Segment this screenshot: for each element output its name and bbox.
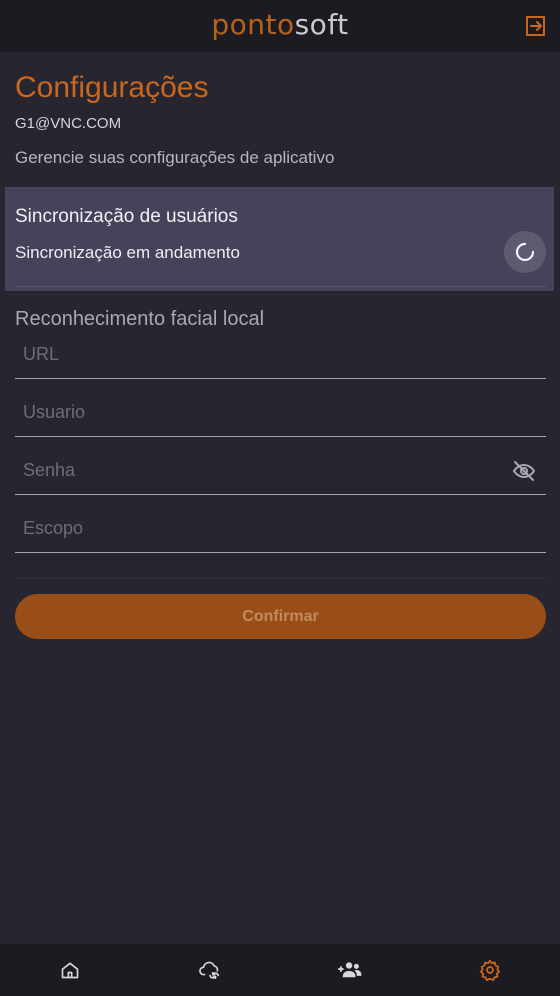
user-input[interactable] <box>23 399 493 425</box>
logo-text-soft: soft <box>294 8 349 41</box>
form-divider <box>15 578 546 579</box>
nav-users[interactable] <box>280 944 420 996</box>
app-logo: pontosoft <box>0 9 560 41</box>
gear-icon <box>479 959 501 981</box>
cloud-sync-icon <box>199 961 220 980</box>
users-add-icon <box>338 962 362 978</box>
nav-sync[interactable] <box>140 944 280 996</box>
app-root: pontosoft Configurações G1@VNC.COM Geren… <box>0 0 560 996</box>
user-field <box>15 391 546 437</box>
url-input[interactable] <box>23 341 493 367</box>
home-icon <box>61 962 79 979</box>
password-input[interactable] <box>23 457 493 483</box>
nav-settings[interactable] <box>420 944 560 996</box>
user-email: G1@VNC.COM <box>15 115 122 132</box>
scope-field <box>15 507 546 553</box>
loading-spinner-icon <box>515 242 535 262</box>
password-field <box>15 449 546 495</box>
logout-icon <box>526 16 545 36</box>
sync-title: Sincronização de usuários <box>15 206 238 227</box>
page-subtitle: Gerencie suas configurações de aplicativ… <box>15 148 335 167</box>
page-title: Configurações <box>15 71 209 104</box>
sync-status: Sincronização em andamento <box>15 243 240 262</box>
top-bar: pontosoft <box>0 0 560 52</box>
scope-input[interactable] <box>23 515 493 541</box>
logo-text-ponto: ponto <box>211 8 295 41</box>
logout-button[interactable] <box>524 14 548 38</box>
confirm-button[interactable]: Confirmar <box>15 594 546 639</box>
toggle-password-visibility[interactable] <box>512 459 536 483</box>
url-field <box>15 333 546 379</box>
sync-spinner <box>504 231 546 273</box>
sync-divider <box>15 286 546 287</box>
bottom-nav <box>0 944 560 996</box>
user-sync-card[interactable]: Sincronização de usuários Sincronização … <box>5 187 554 291</box>
nav-home[interactable] <box>0 944 140 996</box>
eye-off-icon <box>513 461 535 481</box>
facial-recognition-title: Reconhecimento facial local <box>15 308 265 330</box>
